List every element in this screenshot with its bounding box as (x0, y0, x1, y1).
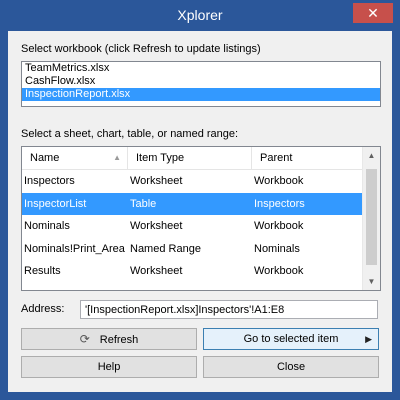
workbook-item[interactable]: InspectionReport.xlsx (22, 88, 380, 101)
window-title: Xplorer (177, 7, 223, 23)
table-row[interactable]: Inspectors Worksheet Workbook (22, 170, 362, 193)
cell-parent: Workbook (254, 175, 304, 187)
refresh-button-label: Refresh (99, 334, 139, 346)
scroll-down-icon[interactable]: ▼ (363, 273, 380, 290)
table-row[interactable]: InspectorList Table Inspectors (22, 192, 362, 215)
cell-item-type: Named Range (130, 242, 201, 255)
list-header: Name ▲ Item Type Parent (22, 147, 362, 170)
play-arrow-icon: ▶ (365, 334, 372, 344)
address-field[interactable]: '[InspectionReport.xlsx]Inspectors'!A1:E… (80, 300, 378, 319)
workbook-item[interactable]: CashFlow.xlsx (22, 75, 380, 88)
cell-name: Results (24, 265, 61, 277)
dialog-body: Select workbook (click Refresh to update… (8, 31, 392, 392)
vertical-scrollbar[interactable]: ▲ ▼ (362, 147, 380, 290)
workbook-list-label: Select workbook (click Refresh to update… (21, 43, 261, 55)
sort-ascending-icon: ▲ (113, 153, 121, 162)
table-row[interactable]: Nominals!Print_Area Named Range Nominals (22, 238, 362, 261)
scrollbar-thumb[interactable] (366, 169, 377, 265)
cell-name: InspectorList (24, 197, 87, 210)
close-button[interactable]: Close (203, 356, 379, 378)
refresh-icon: ⟳ (79, 332, 90, 346)
column-header-parent[interactable]: Parent (252, 147, 362, 169)
workbook-list[interactable]: TeamMetrics.xlsx CashFlow.xlsx InspectionR… (21, 61, 381, 107)
help-button[interactable]: Help (21, 356, 197, 378)
refresh-button[interactable]: ⟳ Refresh (21, 328, 197, 350)
close-icon: ✕ (367, 5, 379, 21)
app-window: Xplorer ✕ Select workbook (click Refresh… (0, 0, 400, 400)
table-row[interactable]: Results Worksheet Workbook (22, 260, 362, 283)
workbook-item[interactable]: TeamMetrics.xlsx (22, 62, 380, 75)
column-header-item-type[interactable]: Item Type (128, 147, 252, 169)
go-to-selected-item-button[interactable]: Go to selected item ▶ (203, 328, 379, 350)
item-list-label: Select a sheet, chart, table, or named r… (21, 128, 239, 140)
table-row[interactable]: Nominals Worksheet Workbook (22, 215, 362, 238)
cell-name: Nominals (24, 220, 70, 232)
title-bar[interactable]: Xplorer ✕ (1, 1, 399, 31)
window-close-button[interactable]: ✕ (353, 3, 393, 23)
cell-name: Inspectors (24, 175, 75, 187)
column-header-name[interactable]: Name ▲ (22, 147, 128, 169)
cell-parent: Nominals (254, 242, 300, 255)
go-to-button-label: Go to selected item (243, 333, 339, 345)
scroll-up-icon[interactable]: ▲ (363, 147, 380, 164)
cell-parent: Workbook (254, 265, 304, 277)
cell-parent: Inspectors (254, 197, 305, 210)
cell-item-type: Worksheet (130, 220, 183, 232)
cell-item-type: Worksheet (130, 265, 183, 277)
cell-item-type: Worksheet (130, 175, 183, 187)
list-rows: Inspectors Worksheet Workbook InspectorList… (22, 170, 362, 283)
cell-parent: Workbook (254, 220, 304, 232)
item-list-view[interactable]: Name ▲ Item Type Parent Inspectors Worksh… (21, 146, 381, 291)
cell-name: Nominals!Print_Area (24, 242, 125, 255)
cell-item-type: Table (130, 197, 157, 210)
address-label: Address: (21, 303, 65, 315)
